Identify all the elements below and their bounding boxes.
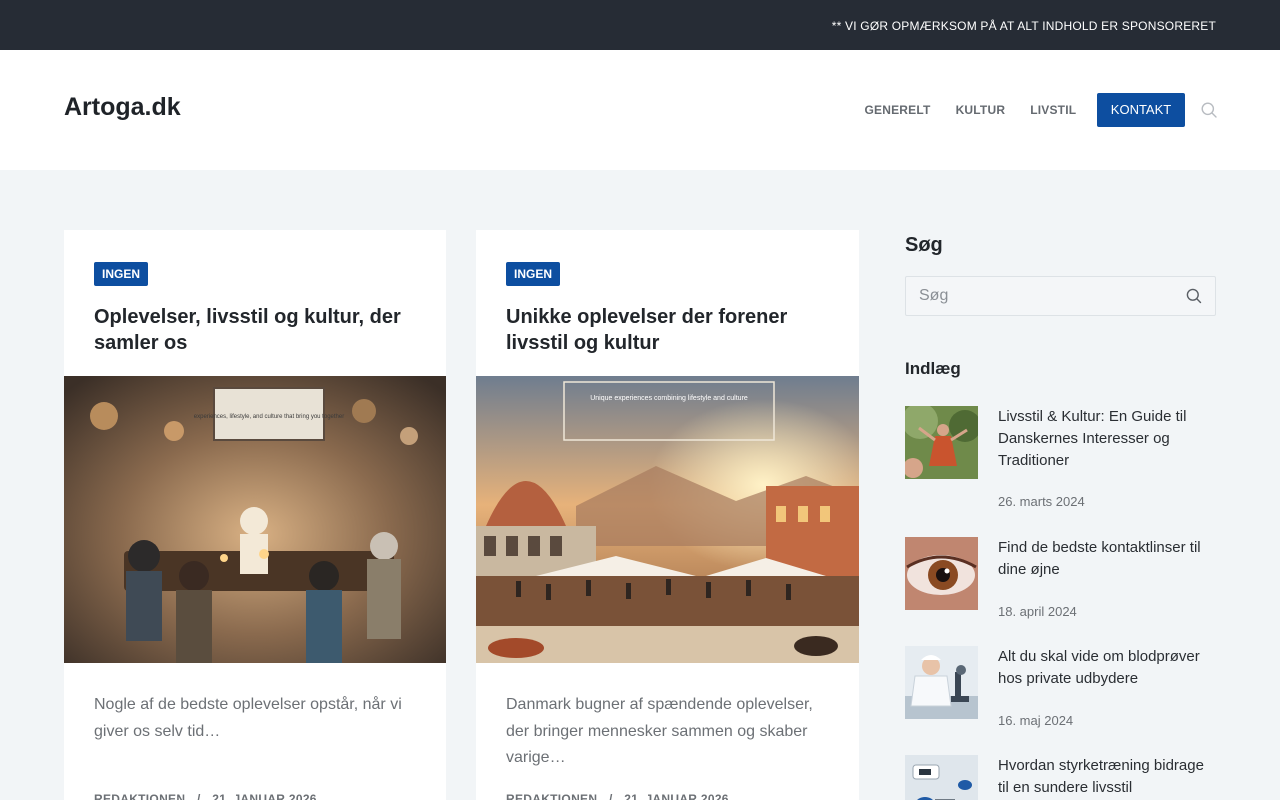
image-caption: Unique experiences combining lifestyle a…: [590, 395, 748, 402]
post-thumbnail[interactable]: [905, 537, 978, 610]
post-meta: REDAKTIONEN / 21. JANUAR 2026: [94, 792, 317, 800]
post-title[interactable]: Oplevelser, livsstil og kultur, der saml…: [94, 304, 424, 356]
post-card: INGEN Unikke oplevelser der forener livs…: [476, 230, 859, 800]
post-link[interactable]: Alt du skal vide om blodprøver hos priva…: [998, 646, 1218, 690]
post-thumbnail[interactable]: [905, 406, 978, 479]
post-date: 21. JANUAR 2026: [212, 792, 317, 800]
post-link[interactable]: Hvordan styrketræning bidrage til en sun…: [998, 755, 1218, 799]
image-caption: experiences, lifestyle, and culture that…: [194, 414, 344, 420]
search-icon[interactable]: [1201, 102, 1217, 118]
post-image[interactable]: Unique experiences combining lifestyle a…: [476, 376, 859, 663]
post-date: 26. marts 2024: [998, 494, 1085, 509]
post-date: 18. april 2024: [998, 604, 1077, 619]
category-tag[interactable]: INGEN: [94, 262, 149, 286]
post-link[interactable]: Find de bedste kontaktlinser til dine øj…: [998, 537, 1218, 581]
site-logo[interactable]: Artoga.dk: [64, 93, 181, 122]
post-image[interactable]: experiences, lifestyle, and culture that…: [64, 376, 446, 663]
top-notice-bar: ** VI GØR OPMÆRKSOM PÅ AT ALT INDHOLD ER…: [0, 0, 1280, 50]
post-meta: REDAKTIONEN / 21. JANUAR 2026: [506, 792, 729, 800]
search-submit-icon[interactable]: [1186, 288, 1202, 304]
meta-separator: /: [196, 792, 201, 800]
contact-button[interactable]: KONTAKT: [1096, 93, 1186, 127]
post-date: 16. maj 2024: [998, 713, 1074, 728]
nav-livstil[interactable]: LIVSTIL: [1018, 103, 1089, 117]
category-tag[interactable]: INGEN: [506, 262, 561, 286]
search-input[interactable]: [906, 277, 1176, 315]
meta-separator: /: [608, 792, 613, 800]
nav-kultur[interactable]: KULTUR: [943, 103, 1018, 117]
post-link[interactable]: Livsstil & Kultur: En Guide til Danskern…: [998, 406, 1218, 472]
post-excerpt: Nogle af de bedste oplevelser opstår, nå…: [94, 696, 402, 740]
search-widget-title: Søg: [905, 234, 943, 256]
post-author[interactable]: REDAKTIONEN: [94, 792, 185, 800]
post-title[interactable]: Unikke oplevelser der forener livsstil o…: [506, 304, 836, 356]
post-thumbnail[interactable]: [905, 755, 978, 800]
posts-widget-title: Indlæg: [905, 359, 961, 378]
post-thumbnail[interactable]: [905, 646, 978, 719]
post-card: INGEN Oplevelser, livsstil og kultur, de…: [64, 230, 446, 800]
post-author[interactable]: REDAKTIONEN: [506, 792, 597, 800]
post-date: 21. JANUAR 2026: [624, 792, 729, 800]
main-nav: GENERELT KULTUR LIVSTIL KONTAKT: [852, 93, 1186, 127]
search-form: [905, 276, 1216, 316]
nav-generelt[interactable]: GENERELT: [852, 103, 943, 117]
site-header: Artoga.dk GENERELT KULTUR LIVSTIL KONTAK…: [0, 50, 1280, 170]
post-excerpt: Danmark bugner af spændende oplevelser, …: [506, 696, 813, 766]
sponsor-notice: ** VI GØR OPMÆRKSOM PÅ AT ALT INDHOLD ER…: [831, 19, 1216, 33]
